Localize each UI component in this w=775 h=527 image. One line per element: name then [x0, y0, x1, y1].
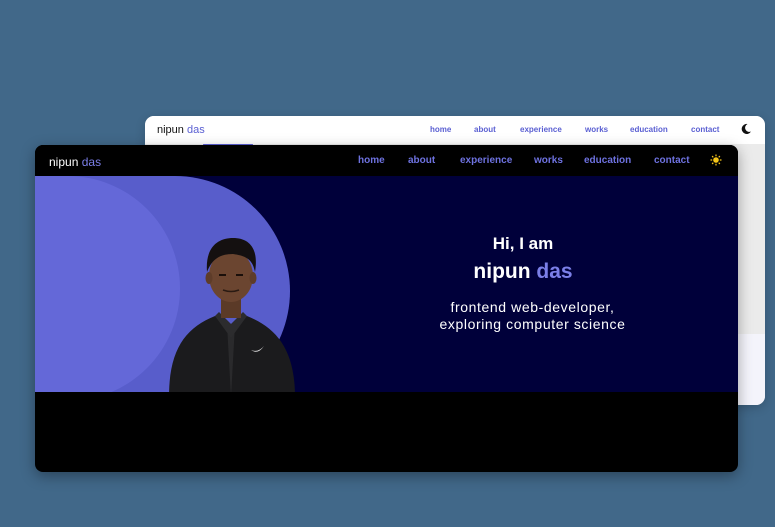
sun-icon[interactable]	[710, 154, 722, 166]
dark-nav-education[interactable]: education	[584, 155, 631, 166]
dark-nav-home[interactable]: home	[358, 155, 385, 166]
hero-section: Hi, I am nipun das frontend web-develope…	[35, 176, 738, 392]
light-brand-logo[interactable]: nipun das	[157, 124, 205, 136]
brand-last: das	[186, 124, 205, 136]
dark-navbar: nipun das home about experience works ed…	[35, 145, 738, 176]
dark-nav-works[interactable]: works	[534, 155, 563, 166]
light-navbar: nipun das home about experience works ed…	[145, 116, 765, 144]
hero-greeting: Hi, I am	[492, 234, 554, 253]
dark-nav-contact[interactable]: contact	[654, 155, 690, 166]
hero-name-last: das	[536, 260, 573, 283]
hero-tagline: frontend web-developer, exploring comput…	[395, 299, 670, 333]
moon-icon[interactable]	[740, 123, 752, 135]
light-nav-experience[interactable]: experience	[520, 125, 562, 134]
light-nav-about[interactable]: about	[474, 125, 496, 134]
dark-nav-about[interactable]: about	[408, 155, 435, 166]
dark-brand-logo[interactable]: nipun das	[49, 155, 101, 169]
light-nav-home[interactable]: home	[430, 125, 451, 134]
tagline-line-2: exploring computer science	[439, 316, 626, 332]
dark-theme-window: nipun das home about experience works ed…	[35, 145, 738, 472]
dark-nav-experience[interactable]: experience	[460, 155, 512, 166]
profile-photo	[169, 238, 295, 392]
brand-last: das	[81, 155, 102, 169]
light-nav-works[interactable]: works	[585, 125, 608, 134]
light-nav-education[interactable]: education	[630, 125, 668, 134]
brand-first: nipun	[49, 155, 79, 169]
brand-first: nipun	[157, 124, 184, 136]
tagline-line-1: frontend web-developer,	[450, 299, 615, 315]
light-nav-contact[interactable]: contact	[691, 125, 719, 134]
hero-name-first: nipun	[473, 260, 531, 283]
hero-name: nipun das	[415, 260, 631, 284]
